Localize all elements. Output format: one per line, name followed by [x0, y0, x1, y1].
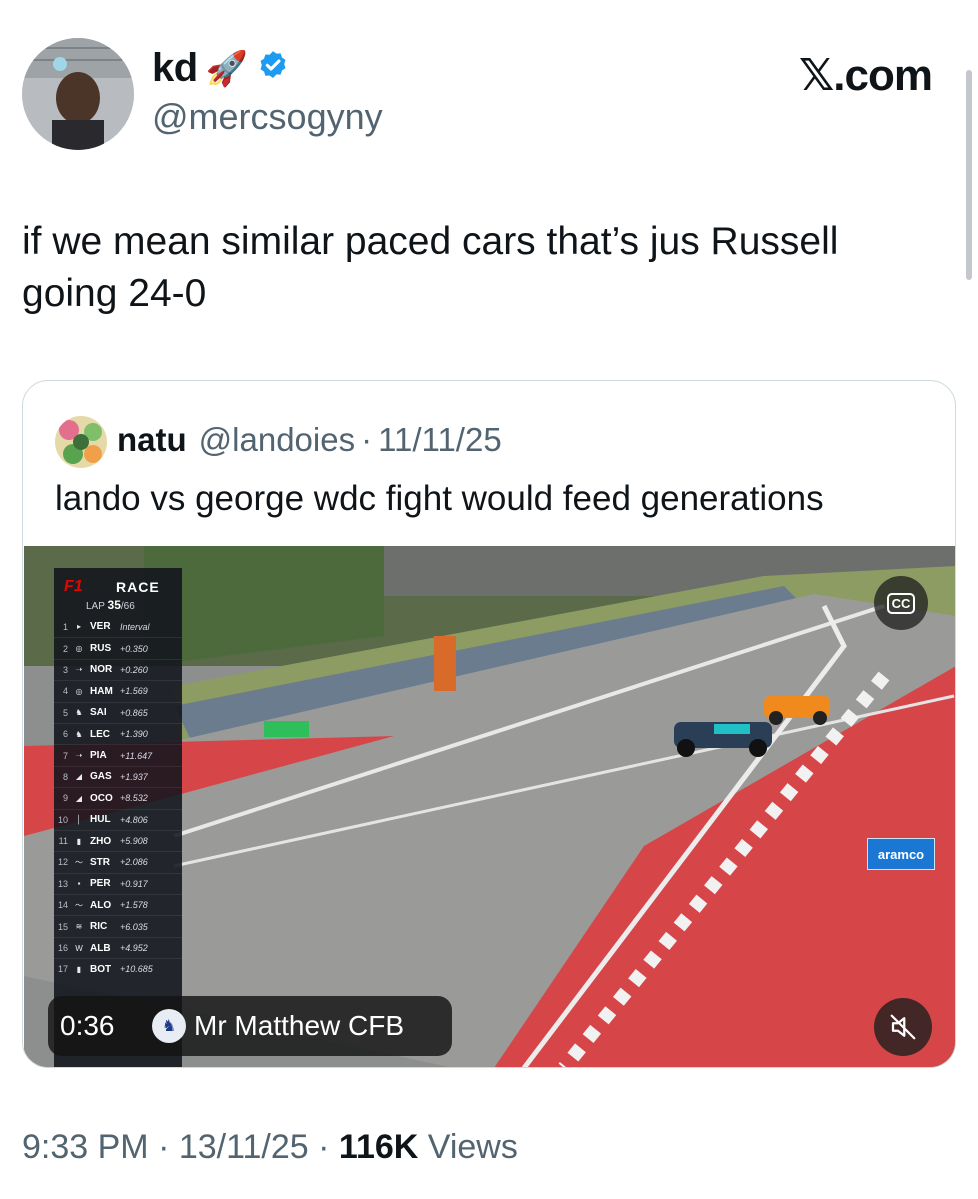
meta-separator: · [361, 421, 373, 458]
timing-row: 11 ▮ ZHO +5.908 [54, 829, 182, 851]
video-info-overlay: 0:36 ♞ Mr Matthew CFB [48, 996, 452, 1056]
timing-row: 16 W ALB +4.952 [54, 936, 182, 958]
footer-separator: · [158, 1128, 170, 1166]
timing-row: 13 ▪ PER +0.917 [54, 872, 182, 894]
video-player[interactable]: F1 RACE LAP 35/66 1 ▸ VER Interval 2 ◎ RUS +0.… [24, 546, 955, 1067]
timing-row: 4 ◎ HAM +1.569 [54, 680, 182, 701]
footer-separator: · [318, 1128, 330, 1166]
captions-button[interactable]: CC [874, 576, 928, 630]
author-display-name[interactable]: kd [152, 46, 198, 91]
views-label: Views [427, 1128, 518, 1166]
quoted-date[interactable]: 11/11/25 [378, 421, 502, 459]
post-date[interactable]: 13/11/25 [179, 1128, 309, 1166]
timing-row: 9 ◢ OCO +8.532 [54, 787, 182, 808]
timing-row: 17 ▮ BOT +10.685 [54, 958, 182, 979]
timing-row: 3 ➝ NOR +0.260 [54, 658, 182, 680]
f1-logo: F1 [64, 578, 83, 595]
quoted-tweet-text: lando vs george wdc fight would feed gen… [55, 479, 824, 518]
timing-board-title: RACE [116, 579, 160, 595]
trackside-ad: aramco [867, 838, 935, 870]
quoted-author-name[interactable]: natu [117, 421, 187, 459]
timing-row: 8 ◢ GAS +1.937 [54, 765, 182, 787]
verified-badge-icon [256, 49, 290, 88]
timing-row: 6 ♞ LEC +1.390 [54, 722, 182, 744]
unmute-button[interactable] [874, 998, 932, 1056]
tweet-text: if we mean similar paced cars that’s jus… [22, 220, 839, 315]
quoted-tweet-card[interactable]: natu @landoies · 11/11/25 lando vs georg… [22, 380, 956, 1068]
rocket-emoji: 🚀 [205, 49, 249, 88]
timing-row: 12 〜 STR +2.086 [54, 851, 182, 872]
timing-row: 7 ➝ PIA +11.647 [54, 744, 182, 765]
author-handle[interactable]: @mercsogyny [152, 96, 383, 138]
lap-counter: LAP 35/66 [86, 598, 135, 612]
author-name-row: kd 🚀 [152, 46, 290, 91]
timing-board: F1 RACE LAP 35/66 1 ▸ VER Interval 2 ◎ RUS +0.… [54, 568, 182, 1067]
captions-icon: CC [886, 592, 916, 614]
timing-row: 10 │ HUL +4.806 [54, 808, 182, 830]
video-timestamp: 0:36 [60, 1010, 115, 1041]
author-avatar[interactable] [22, 38, 134, 150]
timing-row: 14 〜 ALO +1.578 [54, 894, 182, 915]
post-time[interactable]: 9:33 PM [22, 1128, 149, 1166]
channel-avatar-icon: ♞ [152, 1009, 186, 1043]
timing-row: 5 ♞ SAI +0.865 [54, 701, 182, 723]
views-count[interactable]: 116K [339, 1128, 418, 1166]
x-com-brand: 𝕏.com [798, 51, 933, 100]
timing-rows: 1 ▸ VER Interval 2 ◎ RUS +0.350 3 ➝ NOR +0.260 4 ◎… [54, 616, 182, 980]
quoted-author-handle[interactable]: @landoies [199, 421, 355, 459]
timing-row: 2 ◎ RUS +0.350 [54, 637, 182, 658]
timing-row: 15 ≋ RIC +6.035 [54, 915, 182, 936]
quoted-author-avatar[interactable] [55, 416, 107, 468]
channel-name[interactable]: Mr Matthew CFB [194, 1010, 404, 1042]
tweet-footer: 9:33 PM · 13/11/25 · 116K Views [22, 1128, 518, 1167]
quoted-meta: natu @landoies · 11/11/25 [117, 421, 502, 459]
scrollbar[interactable] [966, 70, 972, 280]
timing-row: 1 ▸ VER Interval [62, 621, 150, 633]
muted-speaker-icon [890, 1014, 916, 1040]
